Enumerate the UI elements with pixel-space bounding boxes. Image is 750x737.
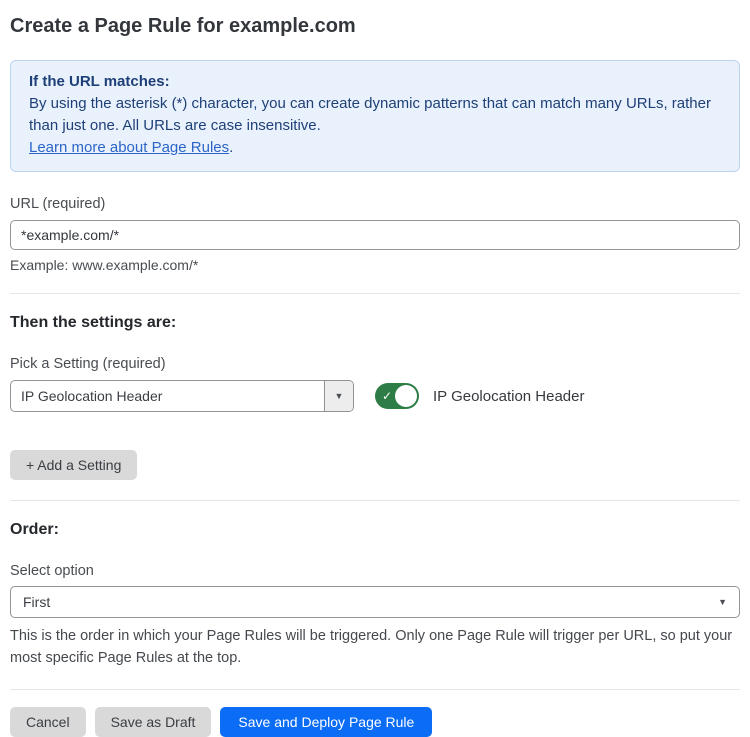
order-heading: Order: [10, 521, 740, 539]
learn-more-link[interactable]: Learn more about Page Rules [29, 139, 229, 156]
info-box-link-row: Learn more about Page Rules. [29, 137, 721, 159]
cancel-button[interactable]: Cancel [10, 707, 86, 737]
order-help-text: This is the order in which your Page Rul… [10, 625, 740, 669]
info-box-body: By using the asterisk (*) character, you… [29, 93, 721, 137]
settings-heading: Then the settings are: [10, 314, 740, 332]
divider [10, 293, 740, 294]
url-label: URL (required) [10, 196, 740, 212]
setting-toggle[interactable]: ✓ [375, 383, 419, 409]
setting-select-arrow-button[interactable]: ▼ [324, 381, 353, 411]
save-draft-button[interactable]: Save as Draft [95, 707, 212, 737]
divider [10, 689, 740, 690]
setting-picker-label: Pick a Setting (required) [10, 356, 740, 372]
divider [10, 500, 740, 501]
setting-row: IP Geolocation Header ▼ ✓ IP Geolocation… [10, 380, 740, 412]
create-page-rule-form: Create a Page Rule for example.com If th… [0, 0, 750, 737]
link-suffix: . [229, 139, 233, 156]
page-title: Create a Page Rule for example.com [10, 13, 740, 39]
setting-select-value: IP Geolocation Header [11, 388, 162, 404]
setting-select[interactable]: IP Geolocation Header ▼ [10, 380, 354, 412]
chevron-down-icon: ▼ [718, 598, 727, 607]
order-select-value: First [23, 594, 50, 610]
toggle-label: IP Geolocation Header [433, 388, 585, 405]
footer-actions: Cancel Save as Draft Save and Deploy Pag… [10, 707, 740, 737]
toggle-knob [395, 385, 417, 407]
chevron-down-icon: ▼ [335, 392, 344, 401]
url-example-hint: Example: www.example.com/* [10, 257, 740, 273]
check-icon: ✓ [382, 389, 392, 403]
url-input[interactable] [10, 220, 740, 250]
info-box-heading: If the URL matches: [29, 71, 721, 93]
order-select[interactable]: First ▼ [10, 586, 740, 618]
save-deploy-button[interactable]: Save and Deploy Page Rule [220, 707, 432, 737]
url-match-info-box: If the URL matches: By using the asteris… [10, 60, 740, 172]
order-select-label: Select option [10, 563, 740, 579]
add-setting-button[interactable]: + Add a Setting [10, 450, 137, 480]
